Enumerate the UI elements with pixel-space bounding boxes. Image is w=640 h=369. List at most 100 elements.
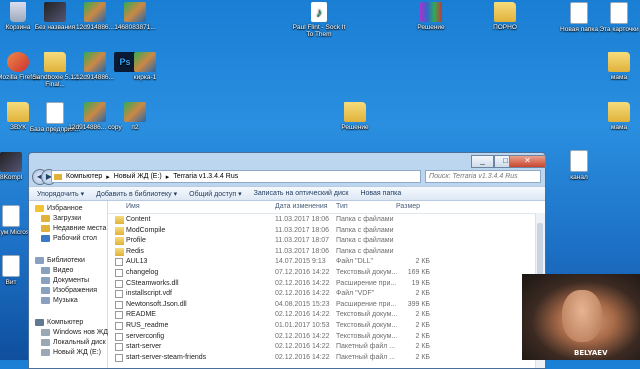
- folder-icon: [115, 226, 124, 235]
- nav-item[interactable]: Недавние места: [41, 225, 106, 232]
- file-name: Content: [126, 216, 151, 223]
- dark-icon: [44, 2, 66, 22]
- file-row[interactable]: AUL13 14.07.2015 9:13 Файл "DLL" 2 КБ: [108, 257, 545, 268]
- nav-item-label: Видео: [53, 267, 74, 274]
- file-row[interactable]: start-server 02.12.2016 14:22 Пакетный фай…: [108, 342, 545, 353]
- share-button[interactable]: Общий доступ ▾: [189, 190, 242, 198]
- file-type: Файл "DLL": [336, 258, 373, 266]
- file-type: Текстовый докум...: [336, 332, 398, 340]
- file-row[interactable]: start-server-steam-friends 02.12.2016 14:…: [108, 353, 545, 364]
- search-input[interactable]: Поиск: Terraria v1.3.4.4 Rus: [425, 170, 541, 183]
- explorer-window[interactable]: _ □ ✕ ◀ ▶ Компьютер ▸ Новый ЖД (E:) ▸ Te…: [28, 152, 546, 369]
- doc-icon: [2, 255, 20, 277]
- column-date[interactable]: Дата изменения: [275, 203, 328, 210]
- file-type: Папка с файлами: [336, 216, 394, 223]
- navigation-pane: Избранное Загрузки Недавние места Рабочий с…: [29, 201, 122, 368]
- file-size: 169 КБ: [407, 269, 430, 276]
- file-row[interactable]: Newtonsoft.Json.dll 04.08.2015 15:23 Расши…: [108, 300, 545, 311]
- file-row[interactable]: Content 11.03.2017 18:06 Папка с файлами: [108, 215, 545, 226]
- file-row[interactable]: serverconfig 02.12.2016 14:22 Текстовый до…: [108, 332, 545, 343]
- nav-item[interactable]: Документы: [41, 277, 89, 284]
- column-size[interactable]: Размер: [396, 203, 420, 210]
- desktop-icon[interactable]: канал: [550, 150, 608, 181]
- file-type: Пакетный файл ...: [336, 343, 396, 351]
- rar-icon: [420, 2, 442, 22]
- minimize-button[interactable]: _: [471, 155, 494, 168]
- file-row[interactable]: changelog 07.12.2016 14:22 Текстовый докум…: [108, 268, 545, 279]
- nav-item[interactable]: Загрузки: [41, 215, 81, 222]
- nav-item[interactable]: Новый ЖД (E:): [41, 349, 101, 356]
- desktop-icon-label: канал: [570, 174, 588, 181]
- desktop-icon[interactable]: мама: [590, 52, 640, 81]
- file-date: 14.07.2015 9:13: [275, 258, 326, 266]
- file-row[interactable]: README 02.12.2016 14:22 Текстовый докум...…: [108, 310, 545, 321]
- breadcrumb-folder[interactable]: Terraria v1.3.4.4 Rus: [173, 173, 238, 180]
- folder-icon: [608, 102, 630, 122]
- nav-item-label: Загрузки: [53, 215, 82, 222]
- file-row[interactable]: installscript.vdf 02.12.2016 14:22 Файл "V…: [108, 289, 545, 300]
- column-name[interactable]: Имя: [126, 203, 140, 210]
- folder-icon: [115, 237, 124, 246]
- file-type: Папка с файлами: [336, 226, 394, 234]
- command-bar: Упорядочить ▾ Добавить в библиотеку ▾ Об…: [29, 186, 545, 201]
- doc-icon: [570, 150, 588, 172]
- file-row[interactable]: ModCompile 11.03.2017 18:06 Папка с файлам…: [108, 226, 545, 237]
- desktop-icon[interactable]: п2: [106, 102, 164, 131]
- desktop-icon[interactable]: Эта карточки: [590, 2, 640, 33]
- column-type[interactable]: Тип: [336, 203, 348, 210]
- nav-item[interactable]: Изображения: [41, 287, 97, 294]
- nav-item[interactable]: Локальный диск: [41, 339, 106, 346]
- desktop-icon[interactable]: ПОРНО: [476, 2, 534, 31]
- desktop-icon[interactable]: Решение: [326, 102, 384, 131]
- file-date: 11.03.2017 18:06: [275, 216, 329, 223]
- file-name: Newtonsoft.Json.dll: [126, 300, 187, 308]
- drive-icon: [41, 339, 50, 346]
- organize-button[interactable]: Упорядочить ▾: [37, 190, 84, 198]
- address-bar[interactable]: Компьютер ▸ Новый ЖД (E:) ▸ Terraria v1.…: [51, 170, 421, 183]
- file-type: Текстовый докум...: [336, 322, 398, 329]
- nav-item[interactable]: Рабочий стол: [41, 235, 97, 242]
- nav-item[interactable]: Избранное: [35, 205, 82, 212]
- lib-icon: [41, 297, 50, 304]
- file-size: 2 КБ: [415, 343, 430, 351]
- file-row[interactable]: Redis 11.03.2017 18:06 Папка с файлами: [108, 247, 545, 258]
- file-size: 2 КБ: [415, 311, 430, 319]
- lib-icon: [41, 287, 50, 294]
- img-icon: [124, 2, 146, 22]
- file-name: AUL13: [126, 258, 148, 266]
- new-folder-button[interactable]: Новая папка: [360, 190, 401, 197]
- breadcrumb-drive[interactable]: Новый ЖД (E:): [114, 173, 162, 180]
- file-row[interactable]: CSteamworks.dll 02.12.2016 14:22 Расширени…: [108, 279, 545, 290]
- file-row[interactable]: RUS_readme 01.01.2017 10:53 Текстовый доку…: [108, 321, 545, 332]
- file-size: 2 КБ: [415, 322, 430, 329]
- file-date: 02.12.2016 14:22: [275, 279, 330, 287]
- folder-icon: [41, 215, 50, 222]
- folder-icon: [115, 247, 124, 256]
- file-type: Папка с файлами: [336, 237, 394, 245]
- nav-item[interactable]: Компьютер: [35, 319, 83, 326]
- file-icon: [115, 258, 123, 267]
- desktop-icon[interactable]: ♪ Paul Flint - Sock It To Them: [290, 2, 348, 38]
- file-name: RUS_readme: [126, 322, 169, 329]
- file-row[interactable]: Profile 11.03.2017 18:07 Папка с файлами: [108, 236, 545, 247]
- burn-disc-button[interactable]: Записать на оптический диск: [254, 190, 349, 197]
- file-name: Profile: [126, 237, 146, 245]
- nav-item[interactable]: Библиотеки: [35, 257, 85, 264]
- add-to-library-button[interactable]: Добавить в библиотеку ▾: [96, 190, 177, 198]
- desktop-icon[interactable]: мама: [590, 102, 640, 131]
- folder-icon: [344, 102, 366, 122]
- desktop-icon[interactable]: 1468083871...: [106, 2, 164, 31]
- nav-item[interactable]: Музыка: [41, 297, 78, 304]
- desktop-icon-label: 1468083871...: [114, 24, 156, 31]
- breadcrumb-computer[interactable]: Компьютер: [66, 173, 102, 180]
- file-date: 02.12.2016 14:22: [275, 332, 330, 340]
- close-button[interactable]: ✕: [509, 155, 546, 168]
- person-face: [562, 290, 602, 342]
- desktop-icon[interactable]: Решение: [402, 2, 460, 31]
- desktop-icon[interactable]: кирка-1: [116, 52, 174, 81]
- drive-icon: [41, 349, 50, 356]
- file-list: Имя Дата изменения Тип Размер Content 11.…: [108, 201, 545, 368]
- nav-item[interactable]: Видео: [41, 267, 73, 274]
- file-name: Redis: [126, 247, 144, 255]
- img-icon: [134, 52, 156, 72]
